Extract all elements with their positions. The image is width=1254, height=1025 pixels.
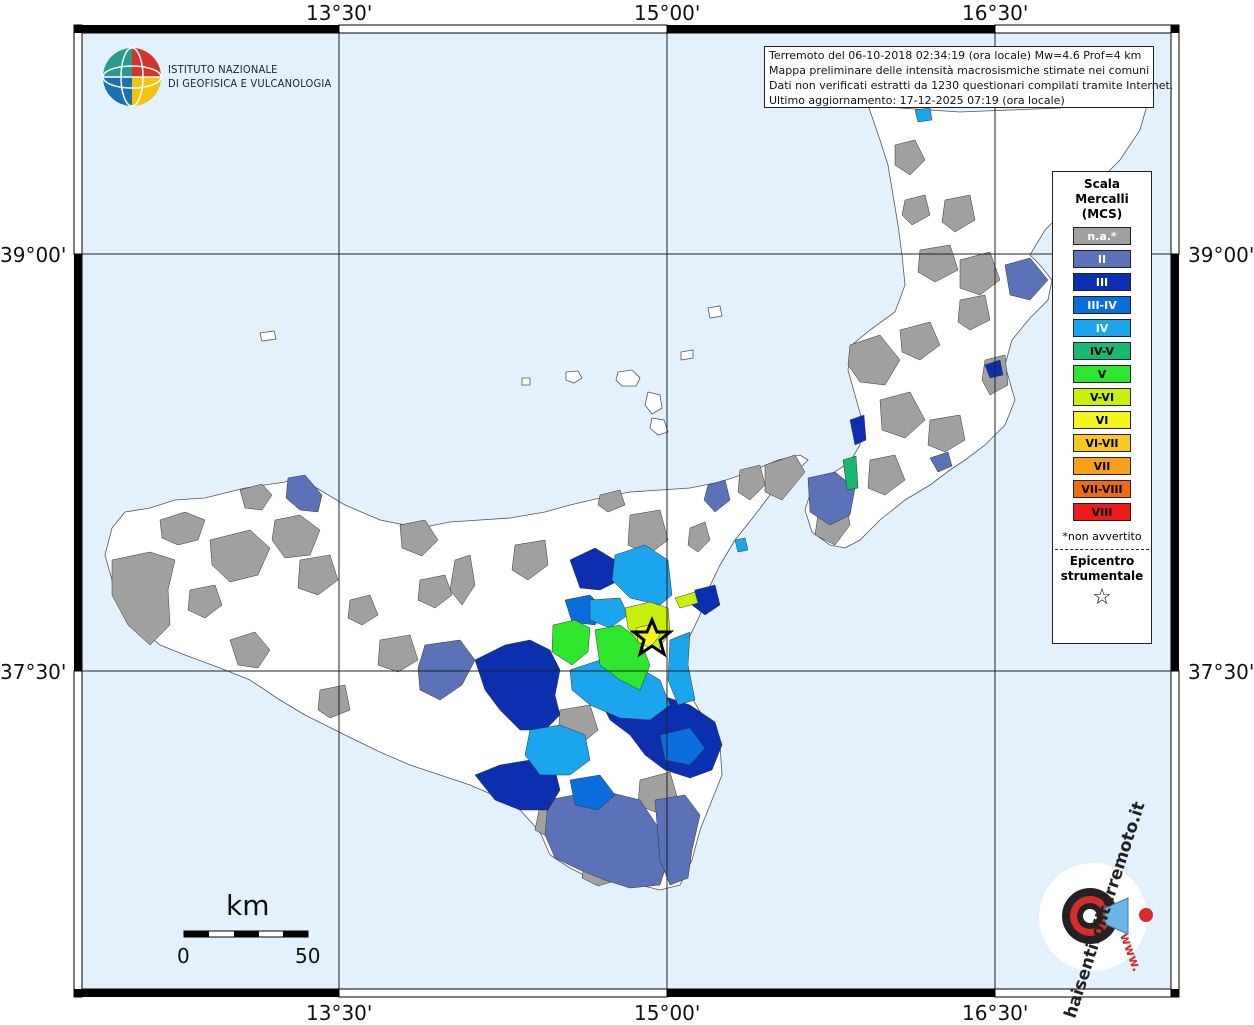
lat-label-right-2: 37°30' xyxy=(1188,660,1254,684)
legend-epicenter-line2: strumentale xyxy=(1060,569,1144,583)
lon-label-top-3: 16°30' xyxy=(962,1,1029,25)
lon-label-bottom-3: 16°30' xyxy=(962,1001,1029,1025)
legend-swatch-vii: VII xyxy=(1073,457,1131,475)
scale-min: 0 xyxy=(177,944,190,968)
lon-label-bottom-2: 15°00' xyxy=(634,1001,701,1025)
lon-label-bottom-1: 13°30' xyxy=(306,1001,373,1025)
event-info-line1: Terremoto del 06-10-2018 02:34:19 (ora l… xyxy=(769,49,1142,62)
legend-title-line2: Mercalli xyxy=(1075,192,1129,206)
ingv-logo-line1: ISTITUTO NAZIONALE xyxy=(168,63,278,76)
legend-swatch-iv-v: IV-V xyxy=(1073,342,1131,360)
legend-note: *non avvertito xyxy=(1062,530,1142,543)
event-info-line4: Ultimo aggiornamento: 17-12-2025 07:19 (… xyxy=(769,94,1065,107)
ingv-logo-line2: DI GEOFISICA E VULCANOLOGIA xyxy=(168,77,332,90)
legend-star-icon: ☆ xyxy=(1092,585,1112,610)
legend-swatch-vii-viii: VII-VIII xyxy=(1073,480,1131,498)
ingv-logo-text: ISTITUTO NAZIONALE DI GEOFISICA E VULCAN… xyxy=(168,63,331,91)
lon-label-top-2: 15°00' xyxy=(634,1,701,25)
legend-separator xyxy=(1055,549,1149,550)
legend-title-line1: Scala xyxy=(1083,177,1121,191)
legend-epicenter-line1: Epicentro xyxy=(1069,554,1135,568)
legend-items: n.a.* II III III-IV IV IV-V V V-VI VI VI-VII VII VI… xyxy=(1053,227,1151,521)
legend-swatch-iv: IV xyxy=(1073,319,1131,337)
legend-swatch-viii: VIII xyxy=(1073,503,1131,521)
lon-label-top-1: 13°30' xyxy=(306,1,373,25)
legend-swatch-v-vi: V-VI xyxy=(1073,388,1131,406)
legend-epicenter-label: Epicentro strumentale xyxy=(1053,554,1151,584)
scale-max: 50 xyxy=(295,944,321,968)
event-info-line2: Mappa preliminare delle intensità macros… xyxy=(769,64,1150,77)
legend-swatch-v: V xyxy=(1073,365,1131,383)
legend-swatch-iii-iv: III-IV xyxy=(1073,296,1131,314)
scale-unit: km xyxy=(226,889,270,922)
legend-swatch-n-a: n.a.* xyxy=(1073,227,1131,245)
legend-swatch-ii: II xyxy=(1073,250,1131,268)
mcs-legend: Scala Mercalli (MCS) n.a.* II III III-IV IV I… xyxy=(1052,171,1152,644)
legend-title: Scala Mercalli (MCS) xyxy=(1053,177,1151,222)
legend-swatch-vi-vii: VI-VII xyxy=(1073,434,1131,452)
legend-swatch-vi: VI xyxy=(1073,411,1131,429)
event-info-line3: Dati non verificati estratti da 1230 que… xyxy=(769,79,1174,92)
ingv-logo-icon xyxy=(102,47,162,107)
event-info-box: Terremoto del 06-10-2018 02:34:19 (ora l… xyxy=(764,46,1174,108)
lat-label-left-1: 39°00' xyxy=(0,243,67,267)
legend-swatch-iii: III xyxy=(1073,273,1131,291)
lat-label-left-2: 37°30' xyxy=(0,660,67,684)
lat-label-right-1: 39°00' xyxy=(1188,243,1254,267)
scale-bar xyxy=(183,930,309,938)
legend-title-line3: (MCS) xyxy=(1081,207,1123,221)
